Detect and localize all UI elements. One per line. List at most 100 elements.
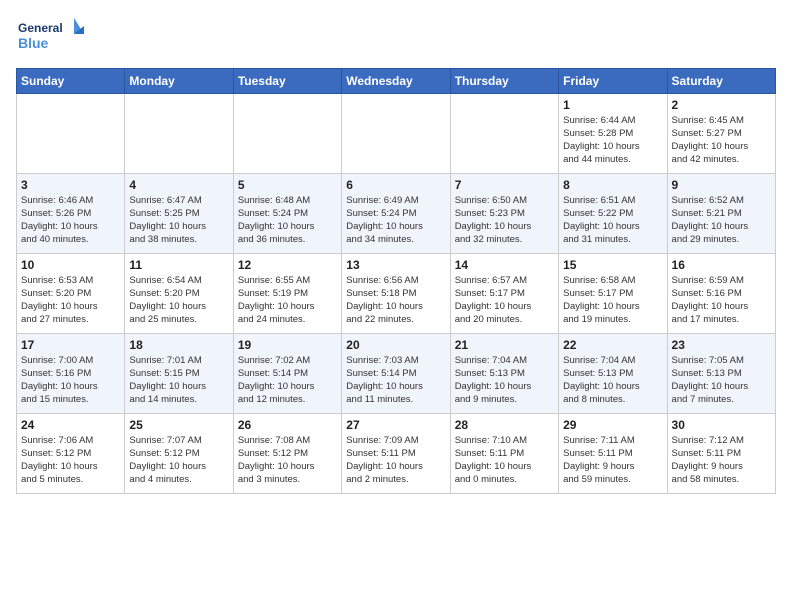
- calendar-cell: 23 Sunrise: 7:05 AM Sunset: 5:13 PM Dayli…: [667, 334, 775, 414]
- day-number: 25: [129, 417, 228, 433]
- calendar-cell: 25 Sunrise: 7:07 AM Sunset: 5:12 PM Dayli…: [125, 414, 233, 494]
- calendar-header-row: SundayMondayTuesdayWednesdayThursdayFrid…: [17, 69, 776, 94]
- calendar-cell: 5 Sunrise: 6:48 AM Sunset: 5:24 PM Daylig…: [233, 174, 341, 254]
- day-number: 9: [672, 177, 771, 193]
- calendar-cell: 7 Sunrise: 6:50 AM Sunset: 5:23 PM Daylig…: [450, 174, 558, 254]
- calendar-week-row: 3 Sunrise: 6:46 AM Sunset: 5:26 PM Daylig…: [17, 174, 776, 254]
- day-number: 6: [346, 177, 445, 193]
- calendar-cell: 26 Sunrise: 7:08 AM Sunset: 5:12 PM Dayli…: [233, 414, 341, 494]
- calendar-cell: 30Sunrise: 7:12 AM Sunset: 5:11 PM Dayli…: [667, 414, 775, 494]
- calendar-cell: 15Sunrise: 6:58 AM Sunset: 5:17 PM Dayli…: [559, 254, 667, 334]
- day-number: 23: [672, 337, 771, 353]
- day-number: 1: [563, 97, 662, 113]
- day-number: 2: [672, 97, 771, 113]
- day-info: Sunrise: 6:47 AM Sunset: 5:25 PM Dayligh…: [129, 195, 228, 246]
- calendar-cell: 2 Sunrise: 6:45 AM Sunset: 5:27 PM Daylig…: [667, 94, 775, 174]
- day-info: Sunrise: 7:12 AM Sunset: 5:11 PM Dayligh…: [672, 435, 771, 486]
- day-number: 22: [563, 337, 662, 353]
- day-info: Sunrise: 7:00 AM Sunset: 5:16 PM Dayligh…: [21, 355, 120, 406]
- day-number: 14: [455, 257, 554, 273]
- calendar-week-row: 1Sunrise: 6:44 AM Sunset: 5:28 PM Daylig…: [17, 94, 776, 174]
- day-number: 26: [238, 417, 337, 433]
- logo: General Blue: [16, 16, 86, 56]
- calendar-cell: 24 Sunrise: 7:06 AM Sunset: 5:12 PM Dayli…: [17, 414, 125, 494]
- day-info: Sunrise: 7:04 AM Sunset: 5:13 PM Dayligh…: [455, 355, 554, 406]
- day-info: Sunrise: 7:04 AM Sunset: 5:13 PM Dayligh…: [563, 355, 662, 406]
- weekday-header: Thursday: [450, 69, 558, 94]
- day-info: Sunrise: 6:56 AM Sunset: 5:18 PM Dayligh…: [346, 275, 445, 326]
- calendar-week-row: 24 Sunrise: 7:06 AM Sunset: 5:12 PM Dayli…: [17, 414, 776, 494]
- calendar-cell: 22 Sunrise: 7:04 AM Sunset: 5:13 PM Dayli…: [559, 334, 667, 414]
- day-number: 5: [238, 177, 337, 193]
- day-info: Sunrise: 7:02 AM Sunset: 5:14 PM Dayligh…: [238, 355, 337, 406]
- day-info: Sunrise: 7:06 AM Sunset: 5:12 PM Dayligh…: [21, 435, 120, 486]
- weekday-header: Friday: [559, 69, 667, 94]
- calendar-cell: 3 Sunrise: 6:46 AM Sunset: 5:26 PM Daylig…: [17, 174, 125, 254]
- weekday-header: Wednesday: [342, 69, 450, 94]
- day-info: Sunrise: 6:45 AM Sunset: 5:27 PM Dayligh…: [672, 115, 771, 166]
- day-number: 29: [563, 417, 662, 433]
- calendar-cell: 9 Sunrise: 6:52 AM Sunset: 5:21 PM Daylig…: [667, 174, 775, 254]
- day-info: Sunrise: 6:55 AM Sunset: 5:19 PM Dayligh…: [238, 275, 337, 326]
- calendar-table: SundayMondayTuesdayWednesdayThursdayFrid…: [16, 68, 776, 494]
- calendar-week-row: 10 Sunrise: 6:53 AM Sunset: 5:20 PM Dayli…: [17, 254, 776, 334]
- day-info: Sunrise: 6:51 AM Sunset: 5:22 PM Dayligh…: [563, 195, 662, 246]
- day-number: 8: [563, 177, 662, 193]
- day-info: Sunrise: 6:49 AM Sunset: 5:24 PM Dayligh…: [346, 195, 445, 246]
- weekday-header: Monday: [125, 69, 233, 94]
- day-info: Sunrise: 7:05 AM Sunset: 5:13 PM Dayligh…: [672, 355, 771, 406]
- day-info: Sunrise: 6:48 AM Sunset: 5:24 PM Dayligh…: [238, 195, 337, 246]
- weekday-header: Sunday: [17, 69, 125, 94]
- weekday-header: Saturday: [667, 69, 775, 94]
- svg-text:General: General: [18, 21, 63, 35]
- calendar-cell: 20 Sunrise: 7:03 AM Sunset: 5:14 PM Dayli…: [342, 334, 450, 414]
- calendar-cell: [450, 94, 558, 174]
- calendar-cell: [17, 94, 125, 174]
- day-info: Sunrise: 6:57 AM Sunset: 5:17 PM Dayligh…: [455, 275, 554, 326]
- day-info: Sunrise: 7:07 AM Sunset: 5:12 PM Dayligh…: [129, 435, 228, 486]
- page-header: General Blue: [16, 16, 776, 56]
- svg-text:Blue: Blue: [18, 35, 49, 51]
- day-number: 27: [346, 417, 445, 433]
- day-info: Sunrise: 7:03 AM Sunset: 5:14 PM Dayligh…: [346, 355, 445, 406]
- day-number: 11: [129, 257, 228, 273]
- calendar-cell: 13 Sunrise: 6:56 AM Sunset: 5:18 PM Dayli…: [342, 254, 450, 334]
- calendar-cell: [233, 94, 341, 174]
- calendar-cell: 19Sunrise: 7:02 AM Sunset: 5:14 PM Dayli…: [233, 334, 341, 414]
- calendar-cell: [125, 94, 233, 174]
- day-info: Sunrise: 6:54 AM Sunset: 5:20 PM Dayligh…: [129, 275, 228, 326]
- calendar-cell: 18Sunrise: 7:01 AM Sunset: 5:15 PM Dayli…: [125, 334, 233, 414]
- calendar-cell: 29 Sunrise: 7:11 AM Sunset: 5:11 PM Dayli…: [559, 414, 667, 494]
- day-info: Sunrise: 6:58 AM Sunset: 5:17 PM Dayligh…: [563, 275, 662, 326]
- calendar-cell: 4Sunrise: 6:47 AM Sunset: 5:25 PM Daylig…: [125, 174, 233, 254]
- logo-svg: General Blue: [16, 16, 86, 56]
- day-info: Sunrise: 6:52 AM Sunset: 5:21 PM Dayligh…: [672, 195, 771, 246]
- calendar-cell: 21 Sunrise: 7:04 AM Sunset: 5:13 PM Dayli…: [450, 334, 558, 414]
- day-number: 17: [21, 337, 120, 353]
- day-info: Sunrise: 6:50 AM Sunset: 5:23 PM Dayligh…: [455, 195, 554, 246]
- calendar-cell: 11 Sunrise: 6:54 AM Sunset: 5:20 PM Dayli…: [125, 254, 233, 334]
- day-number: 28: [455, 417, 554, 433]
- day-info: Sunrise: 7:11 AM Sunset: 5:11 PM Dayligh…: [563, 435, 662, 486]
- day-number: 21: [455, 337, 554, 353]
- calendar-cell: [342, 94, 450, 174]
- calendar-cell: 14 Sunrise: 6:57 AM Sunset: 5:17 PM Dayli…: [450, 254, 558, 334]
- day-number: 20: [346, 337, 445, 353]
- day-number: 13: [346, 257, 445, 273]
- day-number: 24: [21, 417, 120, 433]
- day-number: 12: [238, 257, 337, 273]
- calendar-cell: 12 Sunrise: 6:55 AM Sunset: 5:19 PM Dayli…: [233, 254, 341, 334]
- calendar-cell: 17 Sunrise: 7:00 AM Sunset: 5:16 PM Dayli…: [17, 334, 125, 414]
- day-info: Sunrise: 6:46 AM Sunset: 5:26 PM Dayligh…: [21, 195, 120, 246]
- day-info: Sunrise: 7:10 AM Sunset: 5:11 PM Dayligh…: [455, 435, 554, 486]
- day-number: 10: [21, 257, 120, 273]
- day-number: 7: [455, 177, 554, 193]
- day-number: 3: [21, 177, 120, 193]
- calendar-cell: 10 Sunrise: 6:53 AM Sunset: 5:20 PM Dayli…: [17, 254, 125, 334]
- day-info: Sunrise: 6:53 AM Sunset: 5:20 PM Dayligh…: [21, 275, 120, 326]
- day-info: Sunrise: 7:01 AM Sunset: 5:15 PM Dayligh…: [129, 355, 228, 406]
- day-number: 16: [672, 257, 771, 273]
- day-info: Sunrise: 7:08 AM Sunset: 5:12 PM Dayligh…: [238, 435, 337, 486]
- calendar-week-row: 17 Sunrise: 7:00 AM Sunset: 5:16 PM Dayli…: [17, 334, 776, 414]
- weekday-header: Tuesday: [233, 69, 341, 94]
